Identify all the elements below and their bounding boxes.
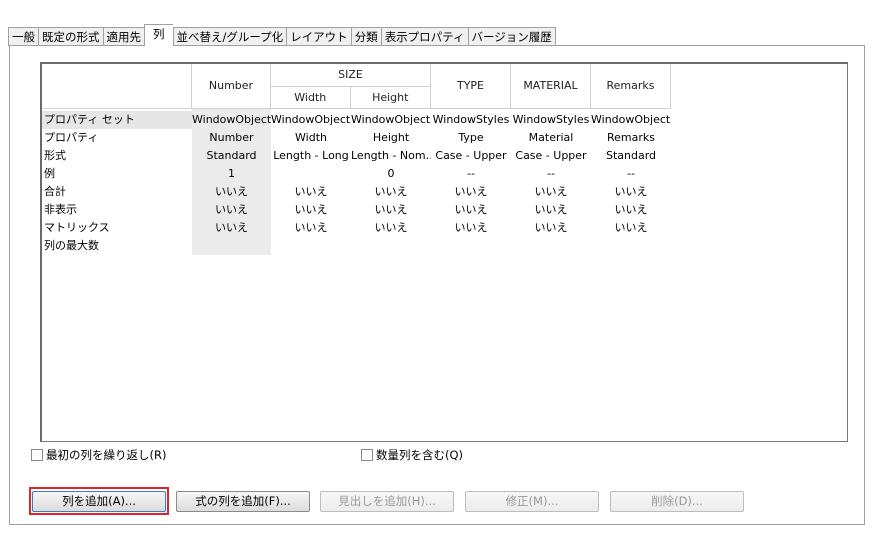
grid-cell[interactable]: Length - Long <box>271 147 351 165</box>
row-label-format: 形式 <box>44 149 66 162</box>
grid-cell[interactable]: Case - Upper <box>511 147 591 165</box>
column-header-height[interactable]: Height <box>350 87 430 109</box>
grid-cell[interactable]: WindowObjects <box>351 111 431 129</box>
highlight-box <box>29 487 169 515</box>
column-header-remarks[interactable]: Remarks <box>591 64 671 109</box>
tab-sorting-grouping[interactable]: 並べ替え/グループ化 <box>172 27 287 46</box>
grid-cell[interactable]: -- <box>591 165 671 183</box>
column-header-material[interactable]: MATERIAL <box>511 64 591 109</box>
grid-cell[interactable]: Length - Nom… <box>351 147 431 165</box>
tab-classification[interactable]: 分類 <box>350 27 381 46</box>
tab-general[interactable]: 一般 <box>8 27 38 46</box>
row-label-max-columns: 列の最大数 <box>44 239 99 252</box>
grid-cell[interactable]: WindowObjects <box>271 111 351 129</box>
grid-cell[interactable]: いいえ <box>591 219 671 237</box>
include-quantity-column-label: 数量列を含む(Q) <box>376 448 464 462</box>
grid-cell[interactable]: Number <box>192 129 271 147</box>
checkbox-box[interactable] <box>31 449 43 461</box>
grid-cell[interactable]: いいえ <box>431 183 511 201</box>
grid-cell[interactable]: Width <box>271 129 351 147</box>
grid-cell[interactable]: いいえ <box>271 201 351 219</box>
row-label-hidden: 非表示 <box>44 203 77 216</box>
row-label-matrix: マトリックス <box>44 221 110 234</box>
grid-cell[interactable]: いいえ <box>271 183 351 201</box>
delete-button[interactable]: 削除(D)... <box>610 491 744 512</box>
tab-version-history[interactable]: バージョン履歴 <box>467 27 556 46</box>
repeat-first-column-checkbox[interactable]: 最初の列を繰り返し(R) <box>31 447 166 463</box>
tab-applies-to[interactable]: 適用先 <box>102 27 144 46</box>
column-header-width[interactable]: Width <box>271 87 351 109</box>
tab-display-properties[interactable]: 表示プロパティ <box>380 27 468 46</box>
repeat-first-column-label: 最初の列を繰り返し(R) <box>46 448 167 462</box>
size-group-label: SIZE <box>271 64 430 87</box>
include-quantity-column-checkbox[interactable]: 数量列を含む(Q) <box>361 447 463 463</box>
column-header-size-group[interactable]: SIZE Width Height <box>271 64 431 109</box>
tab-default-format[interactable]: 既定の形式 <box>38 27 103 46</box>
grid-cell[interactable]: いいえ <box>192 183 271 201</box>
row-label-example: 例 <box>44 167 55 180</box>
grid-cell[interactable]: いいえ <box>351 219 431 237</box>
row-label-property: プロパティ <box>44 131 99 144</box>
column-header-type[interactable]: TYPE <box>431 64 511 109</box>
header-blank <box>42 64 192 109</box>
grid-cell[interactable]: -- <box>431 165 511 183</box>
grid-cell[interactable]: Type <box>431 129 511 147</box>
tab-strip: 一般 既定の形式 適用先 列 並べ替え/グループ化 レイアウト 分類 表示プロパ… <box>8 24 556 46</box>
row-label-property-set: プロパティ セット <box>44 113 135 126</box>
grid-cell[interactable]: いいえ <box>271 219 351 237</box>
add-header-button[interactable]: 見出しを追加(H)... <box>320 491 454 512</box>
grid-cell[interactable]: Height <box>351 129 431 147</box>
grid-cell[interactable]: いいえ <box>511 219 591 237</box>
checkbox-box[interactable] <box>361 449 373 461</box>
grid-cell[interactable]: いいえ <box>192 219 271 237</box>
grid-cell[interactable]: いいえ <box>511 201 591 219</box>
grid-cell[interactable]: Material <box>511 129 591 147</box>
grid-cell[interactable]: WindowStyles <box>511 111 591 129</box>
columns-grid[interactable]: Number SIZE Width Height TYPE MATERIAL R… <box>40 62 848 442</box>
grid-cell[interactable]: いいえ <box>591 201 671 219</box>
column-header-number[interactable]: Number <box>192 64 271 109</box>
grid-cell[interactable]: Standard <box>591 147 671 165</box>
add-formula-column-button[interactable]: 式の列を追加(F)... <box>176 491 310 512</box>
grid-cell[interactable]: WindowObjects <box>591 111 671 129</box>
grid-cell[interactable] <box>271 165 351 183</box>
grid-cell[interactable]: いいえ <box>431 201 511 219</box>
grid-cell[interactable]: いいえ <box>351 201 431 219</box>
grid-cell[interactable]: -- <box>511 165 591 183</box>
grid-cell[interactable]: いいえ <box>351 183 431 201</box>
tab-columns[interactable]: 列 <box>144 24 173 46</box>
grid-cell[interactable]: いいえ <box>591 183 671 201</box>
modify-button[interactable]: 修正(M)... <box>465 491 599 512</box>
grid-cell[interactable]: Standard <box>192 147 271 165</box>
grid-cell[interactable]: 1 <box>192 165 271 183</box>
grid-cell[interactable]: いいえ <box>511 183 591 201</box>
grid-cell[interactable]: Remarks <box>591 129 671 147</box>
tab-layout[interactable]: レイアウト <box>286 27 351 46</box>
grid-cell[interactable]: WindowObjects <box>192 111 271 129</box>
grid-cell[interactable]: Case - Upper <box>431 147 511 165</box>
grid-cell[interactable]: 0 <box>351 165 431 183</box>
grid-cell[interactable]: いいえ <box>192 201 271 219</box>
grid-cell[interactable]: WindowStyles <box>431 111 511 129</box>
row-label-total: 合計 <box>44 185 66 198</box>
grid-cell[interactable]: いいえ <box>431 219 511 237</box>
